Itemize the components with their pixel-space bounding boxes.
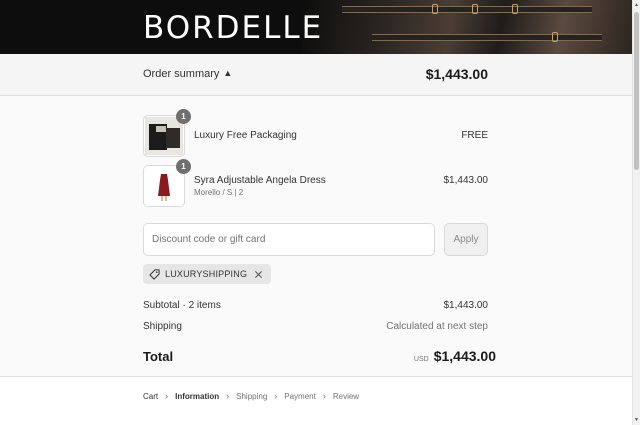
subtotal-value: $1,443.00	[443, 300, 489, 311]
quantity-badge: 1	[176, 109, 191, 124]
breadcrumb-shipping: Shipping	[236, 391, 268, 401]
shipping-value: Calculated at next step	[386, 321, 488, 332]
hero-image	[302, 0, 632, 54]
item-price: FREE	[461, 130, 488, 141]
discount-code-input[interactable]	[143, 223, 435, 256]
order-summary-bar: Order summary ▲ $1,443.00	[0, 54, 632, 96]
chevron-right-icon: ›	[165, 391, 169, 401]
breadcrumb-cart[interactable]: Cart	[143, 392, 158, 401]
scroll-up-icon[interactable]: ▲	[634, 2, 639, 8]
order-summary-toggle[interactable]: Order summary ▲	[143, 68, 232, 80]
shipping-label: Shipping	[143, 321, 182, 332]
chevron-right-icon: ›	[226, 391, 230, 401]
line-item: 1 Syra Adjustable Angela Dress Morello /…	[143, 159, 489, 207]
item-price: $1,443.00	[443, 175, 489, 186]
applied-discount-tag: LUXURYSHIPPING	[143, 264, 272, 284]
vertical-scrollbar[interactable]: ▲ ▼	[632, 0, 640, 425]
quantity-badge: 1	[176, 159, 191, 174]
scroll-down-icon[interactable]: ▼	[634, 417, 639, 423]
discount-code-label: LUXURYSHIPPING	[165, 269, 248, 279]
breadcrumb-review: Review	[332, 391, 360, 401]
chevron-right-icon: ›	[274, 391, 278, 401]
scrollbar-thumb[interactable]	[634, 12, 639, 170]
item-title: Syra Adjustable Angela Dress	[194, 175, 326, 186]
chevron-right-icon: ›	[322, 391, 326, 401]
apply-discount-button[interactable]: Apply	[444, 223, 488, 256]
brand-logo[interactable]: BORDELLE	[143, 10, 323, 46]
total-label: Total	[143, 349, 174, 364]
tag-icon	[149, 268, 160, 280]
breadcrumb: Cart › Information › Shipping › Payment …	[143, 391, 359, 401]
total-amount: $1,443.00	[433, 348, 496, 364]
header-banner: BORDELLE	[0, 0, 632, 54]
product-thumbnail: 1	[143, 109, 191, 157]
chevron-up-icon: ▲	[223, 68, 233, 78]
subtotal-label: Subtotal · 2 items	[143, 300, 221, 311]
remove-discount-icon[interactable]	[254, 270, 263, 279]
item-title: Luxury Free Packaging	[194, 130, 297, 141]
total-value-group: USD $1,443.00	[414, 348, 496, 364]
breadcrumb-payment: Payment	[284, 391, 316, 401]
shipping-row: Shipping Calculated at next step	[143, 321, 488, 332]
line-item: 1 Luxury Free Packaging FREE	[143, 109, 488, 157]
item-variant: Morello / S | 2	[194, 188, 244, 197]
order-summary-label: Order summary	[143, 68, 220, 80]
breadcrumb-information: Information	[175, 391, 220, 401]
summary-total: $1,443.00	[425, 66, 488, 82]
express-checkout-edge	[278, 420, 358, 425]
currency-code: USD	[413, 356, 429, 363]
subtotal-row: Subtotal · 2 items $1,443.00	[143, 300, 488, 311]
product-thumbnail: 1	[143, 159, 191, 207]
